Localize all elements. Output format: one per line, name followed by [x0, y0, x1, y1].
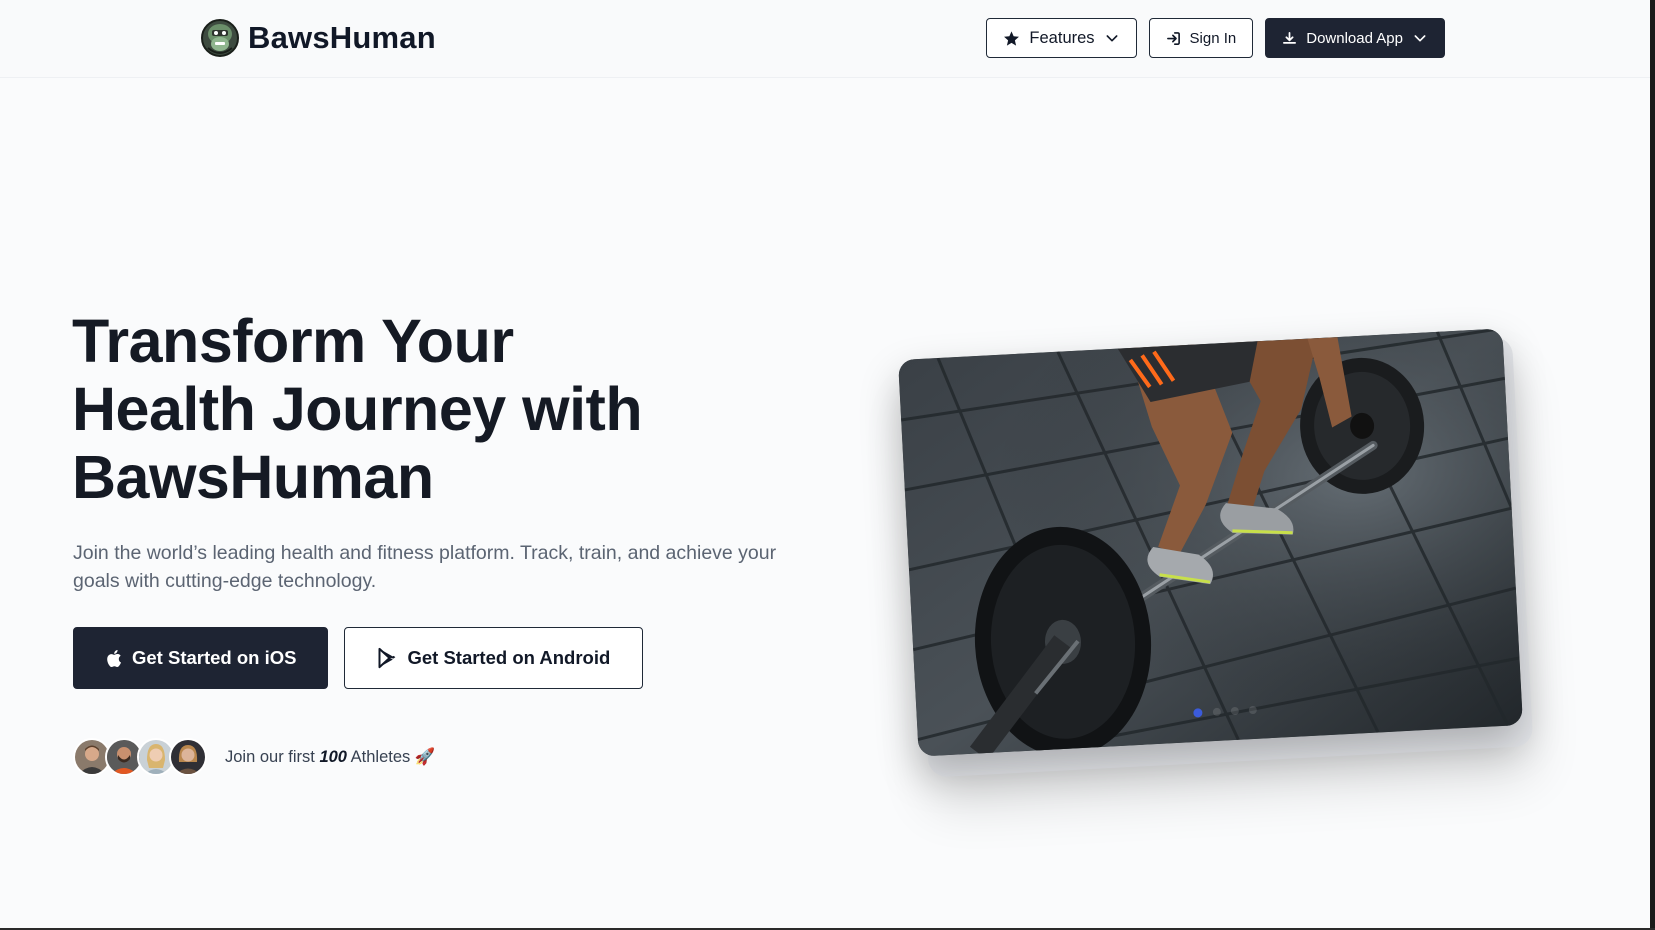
chevron-down-icon — [1412, 30, 1428, 46]
download-icon — [1282, 31, 1297, 46]
hero-subtitle: Join the world’s leading health and fitn… — [73, 542, 777, 592]
gorilla-logo-icon — [201, 19, 239, 57]
sign-in-label: Sign In — [1189, 29, 1237, 47]
window-edge — [1650, 0, 1655, 930]
download-app-dropdown-button[interactable]: Download App — [1265, 18, 1445, 58]
get-started-android-button[interactable]: Get Started on Android — [344, 627, 644, 689]
sign-in-button[interactable]: Sign In — [1148, 18, 1254, 58]
avatar — [169, 738, 207, 776]
header-nav: Features Sign In Download App — [986, 18, 1445, 58]
chevron-down-icon — [1104, 30, 1120, 46]
get-started-ios-button[interactable]: Get Started on iOS — [73, 627, 329, 689]
download-app-label: Download App — [1306, 29, 1403, 47]
hero-title-line: Health Journey with — [72, 375, 643, 443]
avatar-group — [73, 738, 207, 776]
athletes-prefix: Join our first — [225, 747, 320, 766]
hero-image-carousel[interactable] — [898, 328, 1534, 778]
google-play-icon — [377, 647, 397, 669]
athletes-text: Join our first 100 Athletes 🚀 — [225, 748, 435, 767]
hero-title: Transform Your Health Journey with BawsH… — [72, 307, 752, 511]
cta-buttons: Get Started on iOS Get Started on Androi… — [73, 627, 644, 689]
ios-cta-label: Get Started on iOS — [132, 647, 297, 668]
top-navbar: BawsHuman Features Sign In Download App — [0, 0, 1650, 78]
features-label: Features — [1029, 28, 1095, 47]
hero-title-line: BawsHuman — [72, 443, 434, 511]
android-cta-label: Get Started on Android — [407, 647, 611, 668]
sign-in-icon — [1166, 31, 1181, 46]
brand-name: BawsHuman — [248, 20, 436, 55]
apple-icon — [105, 649, 122, 668]
athletes-count: 100 — [319, 747, 347, 766]
deadlift-hero-image — [898, 328, 1523, 757]
athletes-social-proof: Join our first 100 Athletes 🚀 — [73, 738, 435, 776]
page: BawsHuman Features Sign In Download App … — [0, 0, 1655, 930]
hero-title-line: Transform Your — [72, 307, 514, 375]
star-icon — [1003, 30, 1020, 47]
athletes-suffix: Athletes 🚀 — [346, 747, 436, 766]
features-dropdown-button[interactable]: Features — [986, 18, 1137, 58]
brand[interactable]: BawsHuman — [200, 18, 436, 58]
